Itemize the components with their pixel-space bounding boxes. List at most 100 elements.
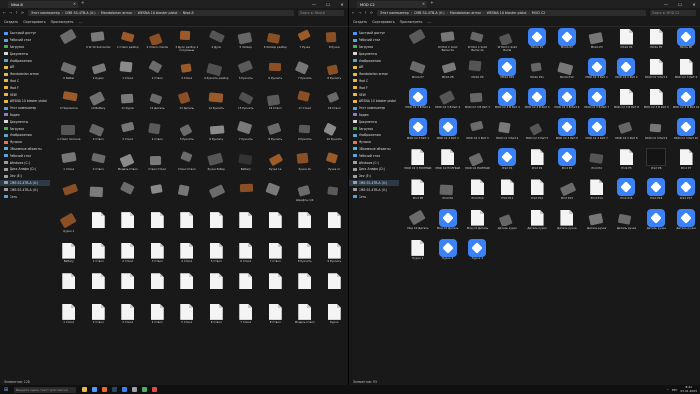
file-item[interactable]: 7 Рукоять: [290, 58, 320, 89]
file-item[interactable]: MOD C2 3 Part 7: [582, 118, 612, 148]
file-item[interactable]: 3 Дуло разбор 1 полукмыш: [172, 27, 202, 58]
file-item[interactable]: 10 Рукоять: [320, 119, 349, 150]
file-item[interactable]: 15 Рукоять: [231, 88, 261, 119]
file-item[interactable]: MC2A P12: [552, 57, 582, 87]
file-item[interactable]: Ручка Рабор: [202, 149, 232, 180]
file-item[interactable]: 2 Ствол: [84, 302, 114, 333]
steam-icon[interactable]: [112, 387, 117, 392]
file-item[interactable]: W Mod C Solid Barrel: [492, 27, 522, 57]
file-item[interactable]: 11 Курок: [113, 88, 143, 119]
file-item[interactable]: 5 Рукоять: [231, 58, 261, 89]
file-item[interactable]: [113, 211, 143, 242]
file-item[interactable]: 7 Ручка: [290, 27, 320, 58]
sidebar-item[interactable]: Mandalorian armor: [349, 71, 399, 78]
sidebar-item[interactable]: Музыка: [0, 139, 50, 146]
file-item[interactable]: Ручка 1b: [290, 149, 320, 180]
file-explorer-icon[interactable]: [82, 387, 87, 392]
file-item[interactable]: MOD C2 3 B Part 3: [463, 87, 493, 117]
breadcrumb-item[interactable]: Этот компьютер: [31, 11, 60, 15]
sidebar-item[interactable]: Windows (C:): [0, 159, 50, 166]
sidebar-item[interactable]: Диск Алафа (D:): [349, 166, 399, 173]
new-tab-icon[interactable]: +: [430, 1, 434, 6]
file-item[interactable]: MOD C2 3 B Part 5: [522, 87, 552, 117]
file-item[interactable]: [231, 180, 261, 211]
up-icon[interactable]: ↑: [364, 11, 367, 15]
file-item[interactable]: 17 Ствол: [290, 88, 320, 119]
file-item[interactable]: 3 Ствол: [113, 119, 143, 150]
file-item[interactable]: 4 Ствол: [172, 241, 202, 272]
file-item[interactable]: MOD C2 3 Part 1: [582, 57, 612, 87]
app2-icon[interactable]: [132, 387, 137, 392]
file-item[interactable]: [231, 211, 261, 242]
file-item[interactable]: 7 Ствол: [261, 241, 291, 272]
file-item[interactable]: 9 Подсветка: [54, 88, 84, 119]
file-item[interactable]: Курок 3: [463, 238, 493, 268]
file-item[interactable]: Battery: [231, 149, 261, 180]
app4-icon[interactable]: [152, 387, 157, 392]
file-item[interactable]: MOD C2 3 B Part 8: [612, 87, 642, 117]
sidebar-item[interactable]: Объемные объекты: [349, 146, 399, 153]
file-item[interactable]: 6 Ствол: [202, 302, 232, 333]
file-item[interactable]: MOD C2 3 Part 10: [671, 118, 700, 148]
file-item[interactable]: MOD C2 3 Part 9: [641, 118, 671, 148]
file-item[interactable]: [113, 272, 143, 303]
file-item[interactable]: [231, 272, 261, 303]
file-item[interactable]: 3 Ствол: [172, 58, 202, 89]
firefox-icon[interactable]: [102, 387, 107, 392]
file-item[interactable]: Print P1: [492, 148, 522, 178]
command-bar-item[interactable]: Создать: [4, 20, 18, 24]
sidebar-item[interactable]: Рабочий стол: [349, 152, 399, 159]
file-item[interactable]: 16 Ствол: [261, 88, 291, 119]
breadcrumb[interactable]: Этот компьютер › CMB SS-4TB-A (X:) › Mandalo…: [377, 10, 646, 16]
file-item[interactable]: Ручка 1a: [261, 149, 291, 180]
file-item[interactable]: Print P14: [582, 178, 612, 208]
close-window-icon[interactable]: ✕: [690, 2, 698, 7]
file-item[interactable]: [143, 211, 173, 242]
file-item[interactable]: [261, 211, 291, 242]
sidebar-item[interactable]: Mod C: [349, 78, 399, 85]
file-item[interactable]: 8 Рукоять: [261, 119, 291, 150]
maximize-icon[interactable]: ☐: [676, 2, 684, 7]
breadcrumb-item[interactable]: WESNA 10 blaster pistol: [138, 11, 178, 15]
sidebar-item[interactable]: Документы: [349, 50, 399, 57]
sidebar-item[interactable]: CMB SS-4TB-A (X:): [349, 179, 399, 187]
sidebar-item[interactable]: Изображения: [0, 132, 50, 139]
file-item[interactable]: Print P10: [463, 178, 493, 208]
file-item[interactable]: MC2A P1: [522, 27, 552, 57]
sidebar-item[interactable]: Видео: [349, 112, 399, 119]
sidebar-item[interactable]: Рабочий стол: [0, 37, 50, 44]
sidebar-item[interactable]: Mod F: [0, 84, 50, 91]
file-item[interactable]: MOD C2 3 B Part 7: [582, 87, 612, 117]
file-item[interactable]: 14 Рукоять: [202, 88, 232, 119]
file-item[interactable]: Print P5: [612, 148, 642, 178]
back-icon[interactable]: ←: [352, 11, 355, 15]
file-item[interactable]: MC2A P4: [612, 27, 642, 57]
file-item[interactable]: MC2A P5: [641, 27, 671, 57]
file-item[interactable]: MOD C2 3 Part 2: [433, 118, 463, 148]
file-item[interactable]: [202, 272, 232, 303]
file-area[interactable]: 0 W 10 Sub barrel 1 Ствол разбор 2 Ствол с…: [51, 27, 348, 378]
file-item[interactable]: [54, 180, 84, 211]
breadcrumb-item[interactable]: CMB SS-4TB-A (X:): [414, 11, 445, 15]
file-item[interactable]: Курок: [320, 302, 349, 333]
sidebar-item[interactable]: Рабочий стол: [349, 37, 399, 44]
file-item[interactable]: MC2A P2: [552, 27, 582, 57]
file-item[interactable]: 5 Ствол: [202, 241, 232, 272]
file-item[interactable]: Модель Ствол: [113, 149, 143, 180]
sidebar-item[interactable]: Объемные объекты: [0, 146, 50, 153]
file-item[interactable]: 2 Ствол: [84, 119, 114, 150]
sidebar-item[interactable]: NEW: [349, 91, 399, 98]
explorer-window-left[interactable]: Ntsd-8 ✕ + — ☐ ✕ ← → ↑ ⟳ Этот компьютер ›…: [0, 0, 348, 385]
file-item[interactable]: Print P3: [552, 148, 582, 178]
file-item[interactable]: [202, 211, 232, 242]
taskbar-search-input[interactable]: Введите здесь текст для поиска: [14, 386, 76, 393]
sidebar-item[interactable]: Mod C: [0, 78, 50, 85]
sidebar-item[interactable]: Dev (E:): [349, 173, 399, 180]
sidebar-item[interactable]: CMB SS-4TB-A (X:): [0, 179, 50, 187]
file-item[interactable]: Модель Ствол: [290, 302, 320, 333]
file-item[interactable]: 10 Battery: [84, 88, 114, 119]
file-item[interactable]: MOD C2 3 Part 2: [612, 57, 642, 87]
file-item[interactable]: Ствол Ствол: [143, 149, 173, 180]
file-item[interactable]: [403, 27, 433, 57]
command-bar-item[interactable]: ...: [427, 20, 430, 24]
